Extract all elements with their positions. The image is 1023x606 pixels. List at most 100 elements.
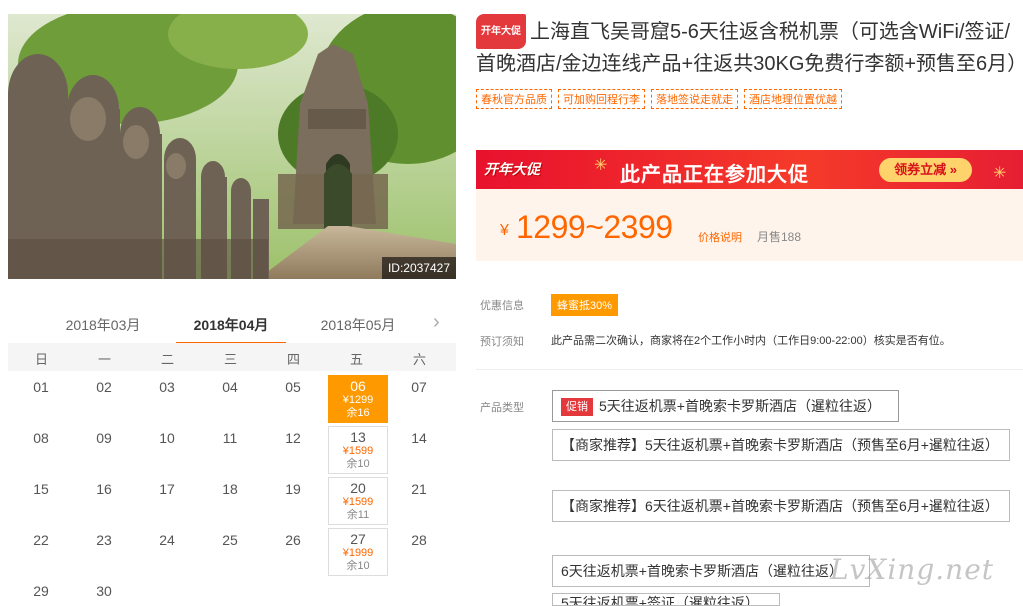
- angkor-gate-image: [8, 14, 456, 279]
- day-number: 09: [96, 430, 112, 446]
- price-explain-link[interactable]: 价格说明: [698, 229, 742, 245]
- calendar-day: 17: [137, 477, 197, 525]
- feature-label: 落地签说走就走: [651, 89, 738, 109]
- day-number: 08: [33, 430, 49, 446]
- calendar-day: 30: [74, 579, 134, 606]
- day-number: 14: [411, 430, 427, 446]
- big-promo-logo: 开年大促: [484, 161, 540, 177]
- calendar-day-available[interactable]: 20 ¥1599 余11: [328, 477, 388, 525]
- weekday-header: 日 一 二 三 四 五 六: [8, 343, 456, 371]
- day-number: 16: [96, 481, 112, 497]
- departure-calendar: 2018年03月 2018年04月 2018年05月 › 日 一 二 三 四 五…: [8, 305, 456, 606]
- day-number: 10: [159, 430, 175, 446]
- product-photo: ID:2037427: [8, 14, 456, 279]
- day-number: 20: [350, 480, 366, 496]
- currency-symbol: ¥: [500, 222, 509, 239]
- calendar-day: 11: [200, 426, 260, 474]
- coupon-button[interactable]: 领券立减 »: [879, 158, 972, 182]
- day-number: 26: [285, 532, 301, 548]
- day-number: 05: [285, 379, 301, 395]
- weekday-fri: 五: [349, 352, 363, 367]
- calendar-day: 23: [74, 528, 134, 576]
- day-number: 07: [411, 379, 427, 395]
- day-number: 11: [222, 430, 238, 446]
- calendar-day: 19: [263, 477, 323, 525]
- day-number: 24: [159, 532, 175, 548]
- product-option[interactable]: 6天往返机票+首晚索卡罗斯酒店（暹粒往返）: [552, 555, 870, 587]
- calendar-day: 08: [11, 426, 71, 474]
- monthly-sales: 月售188: [757, 230, 802, 244]
- month-tab-current[interactable]: 2018年04月: [176, 315, 286, 345]
- day-price: ¥1599: [342, 496, 374, 508]
- day-number: 25: [222, 532, 238, 548]
- day-number: 17: [159, 481, 175, 497]
- day-price: ¥1999: [342, 547, 374, 559]
- day-remaining: 余11: [346, 509, 370, 521]
- product-title-text: 上海直飞吴哥窟5-6天往返含税机票（可选含WiFi/签证/首晚酒店/金边连线产品…: [476, 21, 1023, 75]
- day-number: 19: [285, 481, 301, 497]
- product-option[interactable]: 促销 5天往返机票+首晚索卡罗斯酒店（暹粒往返）: [552, 390, 899, 422]
- calendar-day: 24: [137, 528, 197, 576]
- product-title: 开年大促 上海直飞吴哥窟5-6天往返含税机票（可选含WiFi/签证/首晚酒店/金边…: [476, 14, 1023, 80]
- calendar-day: 02: [74, 375, 134, 423]
- option-label: 【商家推荐】6天往返机票+首晚索卡罗斯酒店（预售至6月+暹粒往返）: [561, 498, 999, 514]
- calendar-day-selected[interactable]: 06 ¥1299 余16: [328, 375, 388, 423]
- calendar-day: 28: [389, 528, 449, 576]
- day-number: 02: [96, 379, 112, 395]
- calendar-day: 25: [200, 528, 260, 576]
- calendar-day: 14: [389, 426, 449, 474]
- discount-label: 优惠信息: [480, 300, 524, 312]
- option-label: 6天往返机票+首晚索卡罗斯酒店（暹粒往返）: [561, 563, 843, 579]
- weekday-thu: 四: [286, 352, 300, 367]
- calendar-day-available[interactable]: 27 ¥1999 余10: [328, 528, 388, 576]
- price-range: 1299~2399: [516, 209, 673, 245]
- promo-banner: 开年大促 ✳ 此产品正在参加大促 领券立减 » ✳: [476, 150, 1023, 189]
- feature-label: 春秋官方品质: [476, 89, 552, 109]
- option-label: 【商家推荐】5天往返机票+首晚索卡罗斯酒店（预售至6月+暹粒往返）: [561, 437, 999, 453]
- sparkle-icon: ✳: [993, 165, 1007, 182]
- day-number: 23: [96, 532, 112, 548]
- month-tabs: 2018年03月 2018年04月 2018年05月 ›: [8, 305, 456, 345]
- day-number: 30: [96, 583, 112, 599]
- option-label: 5天往返机票+首晚索卡罗斯酒店（暹粒往返）: [599, 398, 881, 414]
- day-price: ¥1599: [342, 445, 374, 457]
- weekday-sat: 六: [412, 352, 426, 367]
- feature-label: 酒店地理位置优越: [744, 89, 842, 109]
- promo-tag: 开年大促: [476, 14, 526, 49]
- price-box: ¥ 1299~2399 价格说明 月售188: [476, 189, 1023, 261]
- product-option[interactable]: 5天往返机票+签证（暹粒往返）: [552, 593, 780, 606]
- calendar-day: 05: [263, 375, 323, 423]
- weekday-sun: 日: [34, 352, 48, 367]
- day-number: 12: [285, 430, 301, 446]
- calendar-day: 12: [263, 426, 323, 474]
- divider: [476, 369, 1023, 370]
- option-label: 5天往返机票+签证（暹粒往返）: [561, 595, 759, 606]
- month-tab-prev[interactable]: 2018年03月: [48, 315, 158, 335]
- day-remaining: 余10: [346, 560, 370, 572]
- product-type-label: 产品类型: [480, 402, 524, 414]
- day-number: 04: [222, 379, 238, 395]
- calendar-day: 26: [263, 528, 323, 576]
- watermark: LvXing.net: [830, 553, 995, 586]
- photo-id-label: ID:2037427: [381, 257, 456, 279]
- feature-labels: 春秋官方品质 可加购回程行李 落地签说走就走 酒店地理位置优越: [476, 89, 1023, 109]
- day-remaining: 余16: [346, 407, 370, 419]
- notice-label: 预订须知: [480, 336, 524, 348]
- chevron-right-icon[interactable]: ›: [433, 311, 440, 334]
- day-number: 29: [33, 583, 49, 599]
- product-option[interactable]: 【商家推荐】6天往返机票+首晚索卡罗斯酒店（预售至6月+暹粒往返）: [552, 490, 1010, 522]
- notice-text: 此产品需二次确认，商家将在2个工作小时内（工作日9:00-22:00）核实是否有…: [551, 335, 951, 347]
- weekday-tue: 二: [160, 352, 174, 367]
- month-tab-next[interactable]: 2018年05月: [303, 315, 413, 335]
- day-number: 28: [411, 532, 427, 548]
- calendar-day: 21: [389, 477, 449, 525]
- day-number: 15: [33, 481, 49, 497]
- day-number: 21: [411, 481, 427, 497]
- day-number: 06: [350, 378, 366, 394]
- calendar-day-available[interactable]: 13 ¥1599 余10: [328, 426, 388, 474]
- product-option[interactable]: 【商家推荐】5天往返机票+首晚索卡罗斯酒店（预售至6月+暹粒往返）: [552, 429, 1010, 461]
- calendar-day: 07: [389, 375, 449, 423]
- day-number: 01: [33, 379, 49, 395]
- sparkle-icon: ✳: [594, 157, 608, 174]
- feature-label: 可加购回程行李: [558, 89, 645, 109]
